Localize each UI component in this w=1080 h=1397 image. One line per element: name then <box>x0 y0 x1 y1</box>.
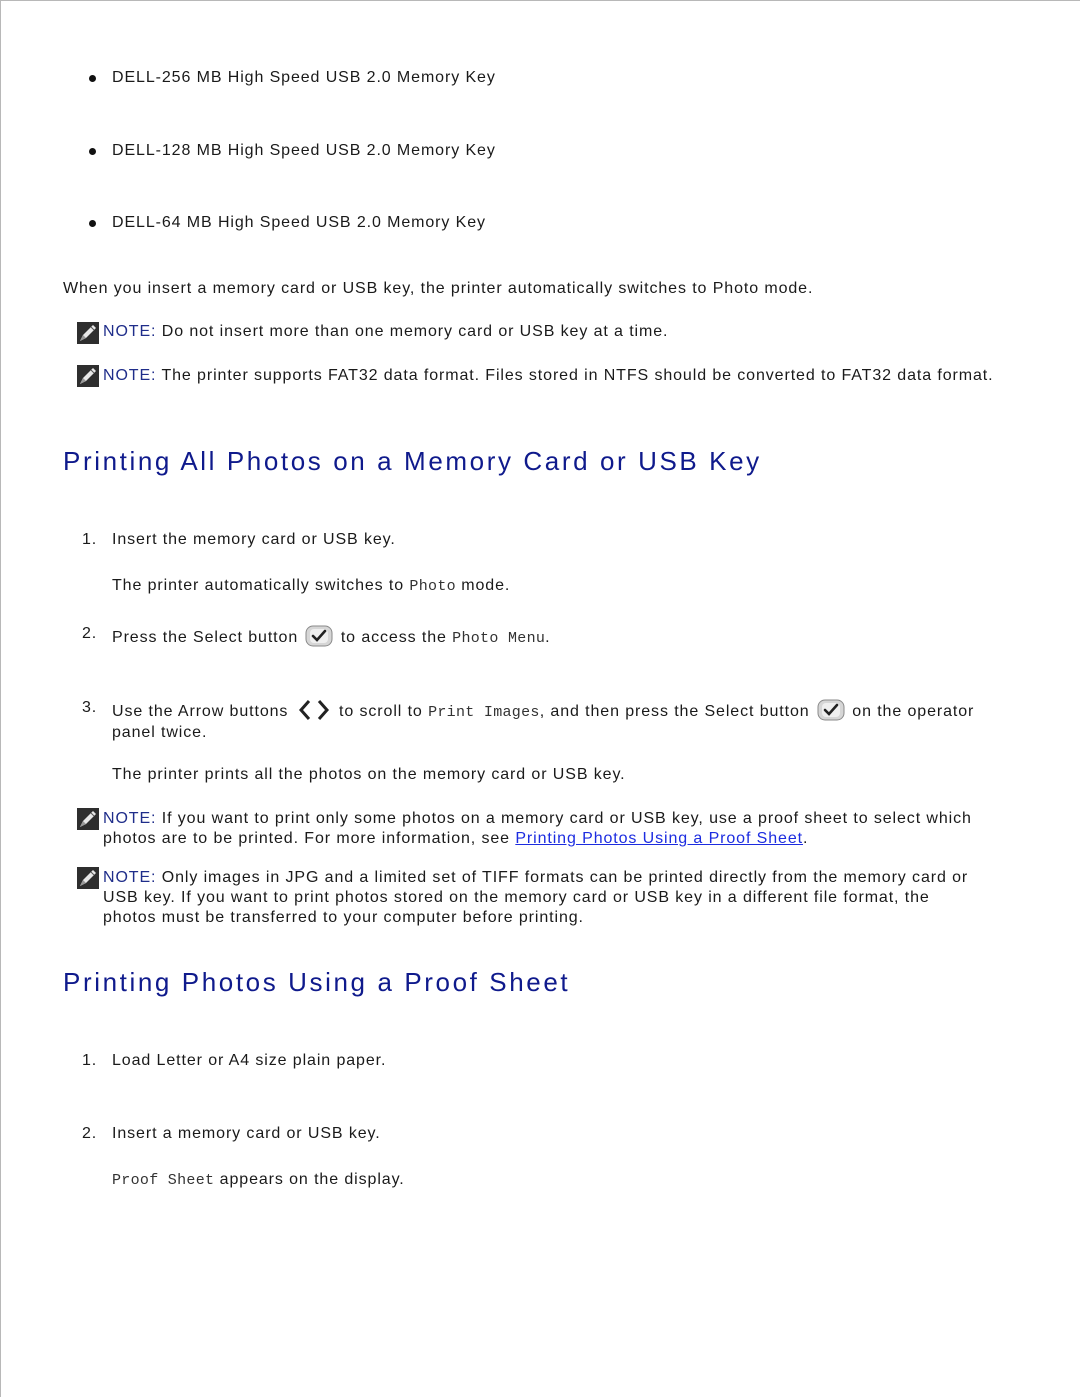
proof-sheet-link[interactable]: Printing Photos Using a Proof Sheet <box>515 830 803 847</box>
select-button-icon <box>305 625 333 647</box>
result-text-end: mode. <box>455 577 511 594</box>
step-text: Insert a memory card or USB key. <box>112 1125 381 1142</box>
bullet-icon <box>89 220 96 227</box>
step-text: to access the <box>335 629 453 646</box>
display-text: Proof Sheet <box>112 1172 215 1189</box>
note-pencil-icon <box>77 365 99 387</box>
step-text: Press the Select button <box>112 629 304 646</box>
note-label: NOTE: <box>103 367 157 384</box>
step-text: , and then press the Select button <box>539 703 815 720</box>
intro-mode: Photo <box>712 280 760 297</box>
section-heading: Printing All Photos on a Memory Card or … <box>63 446 762 476</box>
result-text: appears on the display. <box>214 1171 405 1188</box>
step-text: Insert the memory card or USB key. <box>112 531 396 548</box>
step-result: The printer prints all the photos on the… <box>112 766 626 783</box>
step-number: 3. <box>82 699 98 716</box>
note-pencil-icon <box>77 808 99 830</box>
note-label: NOTE: <box>103 869 157 886</box>
select-button-icon <box>817 699 845 721</box>
step-result: The printer automatically switches to Ph… <box>112 577 510 595</box>
note-text-end: . <box>802 830 809 847</box>
list-item: DELL-256 MB High Speed USB 2.0 Memory Ke… <box>112 69 496 86</box>
note-pencil-icon <box>77 322 99 344</box>
section-heading: Printing Photos Using a Proof Sheet <box>63 967 571 997</box>
display-text: Photo Menu <box>452 630 546 647</box>
intro-text: When you insert a memory card or USB key… <box>63 280 713 297</box>
intro-paragraph: When you insert a memory card or USB key… <box>63 280 813 298</box>
step-number: 2. <box>82 625 98 642</box>
step-number: 1. <box>82 531 98 548</box>
step-number: 1. <box>82 1052 98 1069</box>
note-text: Do not insert more than one memory card … <box>156 323 669 340</box>
note-text: Only images in JPG and a limited set of … <box>103 869 969 926</box>
display-text: Photo <box>409 578 456 595</box>
bullet-icon <box>89 148 96 155</box>
arrow-buttons-icon <box>296 699 332 721</box>
step-number: 2. <box>82 1125 98 1142</box>
display-text: Print Images <box>428 704 540 721</box>
note-text: The printer supports FAT32 data format. … <box>156 367 994 384</box>
list-item: DELL-64 MB High Speed USB 2.0 Memory Key <box>112 214 486 231</box>
step-text: Load Letter or A4 size plain paper. <box>112 1052 387 1069</box>
result-text: The printer automatically switches to <box>112 577 410 594</box>
note-label: NOTE: <box>103 323 157 340</box>
note-label: NOTE: <box>103 810 157 827</box>
step-text: to scroll to <box>333 703 429 720</box>
step-result: Proof Sheet appears on the display. <box>112 1171 405 1189</box>
step-text: Use the Arrow buttons <box>112 703 294 720</box>
list-item: DELL-128 MB High Speed USB 2.0 Memory Ke… <box>112 142 496 159</box>
intro-text-end: mode. <box>759 280 814 297</box>
note-pencil-icon <box>77 867 99 889</box>
step-text-end: . <box>545 629 551 646</box>
bullet-icon <box>89 75 96 82</box>
